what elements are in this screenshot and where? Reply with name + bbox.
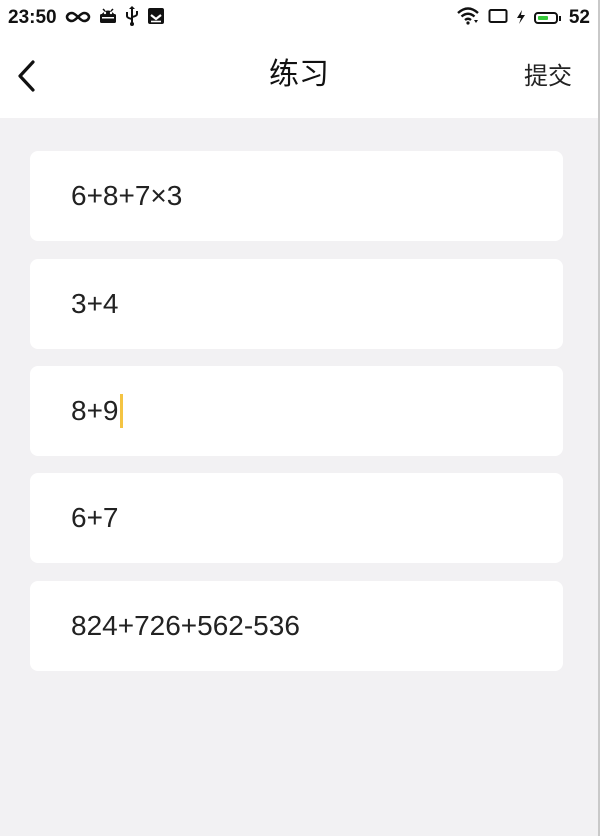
usb-icon (125, 6, 139, 30)
question-field[interactable]: 3+4 (30, 259, 563, 349)
question-text: 6+7 (71, 502, 119, 533)
battery-percent: 52 (568, 7, 590, 28)
status-bar: 23:50 52 (0, 0, 598, 36)
status-right: 52 (456, 7, 590, 29)
status-left: 23:50 (8, 6, 165, 30)
question-text: 824+726+562-536 (71, 610, 300, 641)
app-header: 练习 提交 (0, 36, 598, 118)
page-title: 练习 (269, 57, 329, 92)
question-text: 8+9 (71, 395, 119, 426)
android-icon (99, 8, 117, 28)
charging-bolt-icon (516, 9, 526, 28)
question-field[interactable]: 6+7 (30, 473, 563, 563)
download-box-icon (147, 7, 165, 29)
wifi-icon (456, 7, 480, 29)
question-text: 3+4 (71, 288, 119, 319)
screen-icon (488, 8, 508, 28)
battery-icon (533, 12, 561, 24)
question-field-focused[interactable]: 8+9 (30, 366, 563, 456)
question-field[interactable]: 824+726+562-536 (30, 581, 563, 671)
screen-edge-line (598, 0, 600, 836)
text-caret (119, 394, 123, 428)
infinity-icon (65, 9, 91, 28)
question-field[interactable]: 6+8+7×3 (30, 151, 563, 241)
status-time: 23:50 (8, 7, 57, 28)
question-text: 6+8+7×3 (71, 180, 183, 211)
battery-fill (537, 16, 548, 20)
submit-button[interactable]: 提交 (524, 56, 572, 96)
